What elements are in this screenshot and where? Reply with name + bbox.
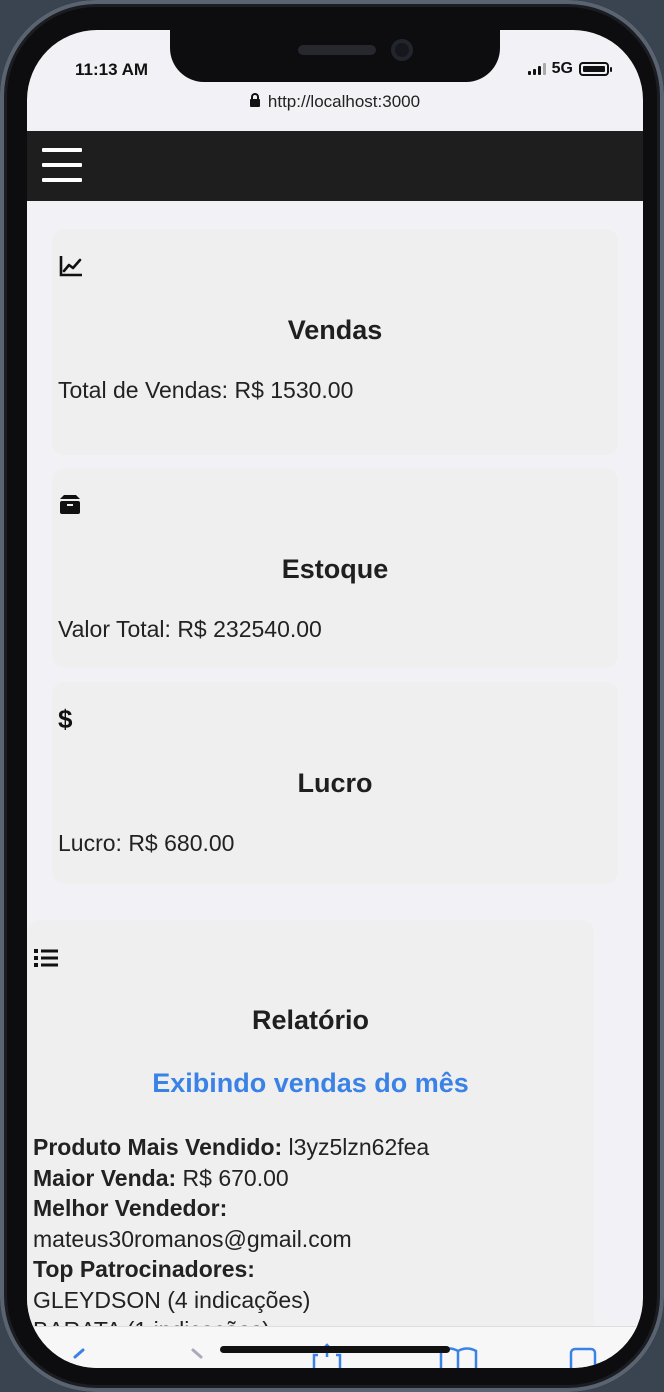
address-bar[interactable]: http://localhost:3000 xyxy=(27,92,643,112)
report-details: Produto Mais Vendido: l3yz5lzn62fea Maio… xyxy=(33,1132,429,1326)
card-title-estoque: Estoque xyxy=(281,554,389,584)
card-estoque: Estoque Valor Total: R$ 232540.00 xyxy=(52,468,618,668)
card-value-lucro: Lucro: R$ 680.00 xyxy=(58,830,235,856)
top-product-label: Produto Mais Vendido: xyxy=(33,1134,283,1160)
card-title-lucro: Lucro xyxy=(297,768,373,798)
card-title-vendas: Vendas xyxy=(287,315,383,345)
card-vendas: Vendas Total de Vendas: R$ 1530.00 xyxy=(52,229,618,455)
dashboard-content: Vendas Total de Vendas: R$ 1530.00 Estoq… xyxy=(27,201,643,1326)
report-subtitle: Exibindo vendas do mês xyxy=(152,1068,469,1098)
card-value-vendas: Total de Vendas: R$ 1530.00 xyxy=(58,377,354,403)
home-indicator[interactable] xyxy=(220,1346,450,1353)
notch xyxy=(170,30,500,82)
best-seller-label: Melhor Vendedor: xyxy=(33,1195,228,1221)
forward-icon[interactable] xyxy=(187,1347,207,1367)
biggest-sale-label: Maior Venda: xyxy=(33,1164,177,1191)
top-sponsors-label-row: Top Patrocinadores: xyxy=(33,1254,429,1285)
report-title: Relatório xyxy=(251,1005,370,1035)
chart-line-icon xyxy=(58,254,84,283)
speaker xyxy=(298,45,376,55)
dollar-icon: $ xyxy=(58,704,73,734)
card-value-estoque: Valor Total: R$ 232540.00 xyxy=(58,616,322,642)
lock-icon xyxy=(249,93,260,107)
box-icon xyxy=(58,493,82,522)
status-time: 11:13 AM xyxy=(75,60,149,79)
best-seller-label-row: Melhor Vendedor: xyxy=(33,1193,429,1224)
tabs-icon[interactable] xyxy=(567,1345,599,1368)
best-seller-value: mateus30romanos@gmail.com xyxy=(33,1225,352,1252)
top-sponsors-label: Top Patrocinadores: xyxy=(33,1256,255,1282)
status-indicators: 5G xyxy=(527,60,612,78)
signal-icon xyxy=(527,63,546,75)
top-product-row: Produto Mais Vendido: l3yz5lzn62fea xyxy=(33,1132,429,1163)
list-icon xyxy=(33,947,59,974)
back-icon[interactable] xyxy=(69,1347,89,1367)
network-type: 5G xyxy=(551,60,573,77)
biggest-sale-row: Maior Venda: R$ 670.00 xyxy=(33,1163,429,1194)
biggest-sale-value: R$ 670.00 xyxy=(176,1164,289,1191)
card-lucro: $ Lucro Lucro: R$ 680.00 xyxy=(52,682,618,884)
phone-frame: 11:13 AM 5G http://localhost:3000 Vendas… xyxy=(0,0,664,1392)
menu-icon[interactable] xyxy=(42,148,82,184)
url-text: http://localhost:3000 xyxy=(267,92,421,111)
top-product-value: l3yz5lzn62fea xyxy=(282,1134,430,1160)
camera xyxy=(391,39,413,61)
sponsor-item: BARATA (1 indicações) xyxy=(33,1315,429,1326)
sponsor-item: GLEYDSON (4 indicações) xyxy=(33,1286,311,1313)
battery-icon xyxy=(579,62,612,76)
top-navbar xyxy=(27,131,643,201)
phone-screen: 11:13 AM 5G http://localhost:3000 Vendas… xyxy=(27,30,643,1368)
report-panel: Relatório Exibindo vendas do mês Produto… xyxy=(27,920,594,1326)
